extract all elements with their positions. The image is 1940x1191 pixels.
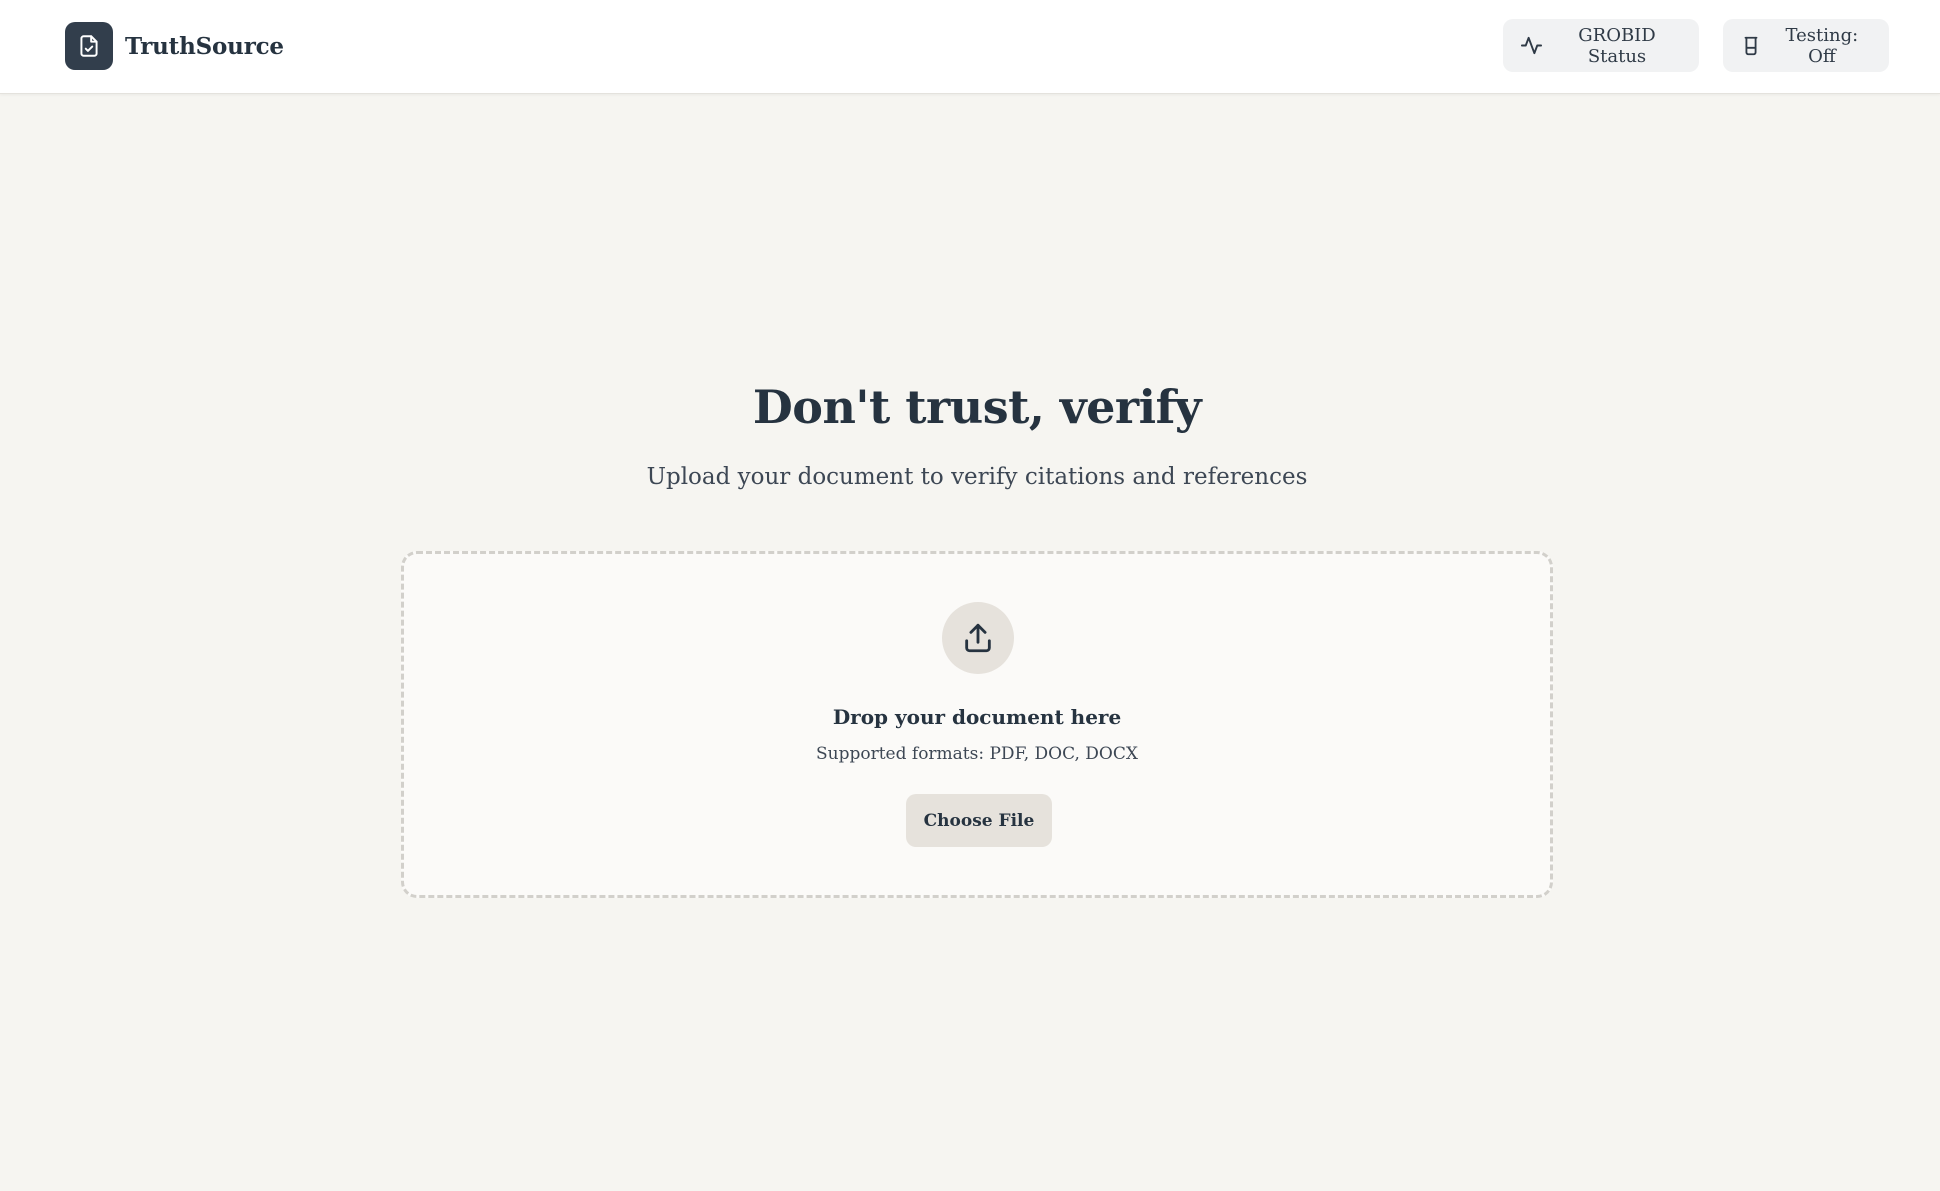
brand-name: TruthSource <box>125 32 284 60</box>
page-subtitle: Upload your document to verify citations… <box>646 464 1308 490</box>
testing-toggle-label: Testing: Off <box>1785 24 1859 67</box>
dropzone-title: Drop your document here <box>832 705 1122 729</box>
choose-file-button[interactable]: Choose File <box>906 794 1052 847</box>
activity-icon <box>1520 34 1543 58</box>
file-check-icon <box>65 22 113 70</box>
top-navigation-bar: TruthSource GROBID Status Testing: Off <box>0 0 1940 94</box>
beaker-icon <box>1740 34 1763 58</box>
supported-formats-text: Supported formats: PDF, DOC, DOCX <box>816 744 1138 764</box>
page-title: Don't trust, verify <box>752 380 1202 434</box>
brand[interactable]: TruthSource <box>65 22 284 70</box>
testing-toggle-button[interactable]: Testing: Off <box>1723 19 1889 72</box>
file-dropzone[interactable]: Drop your document here Supported format… <box>401 551 1553 898</box>
grobid-status-button[interactable]: GROBID Status <box>1503 19 1699 72</box>
grobid-status-label: GROBID Status <box>1578 24 1656 67</box>
upload-icon <box>942 602 1014 674</box>
